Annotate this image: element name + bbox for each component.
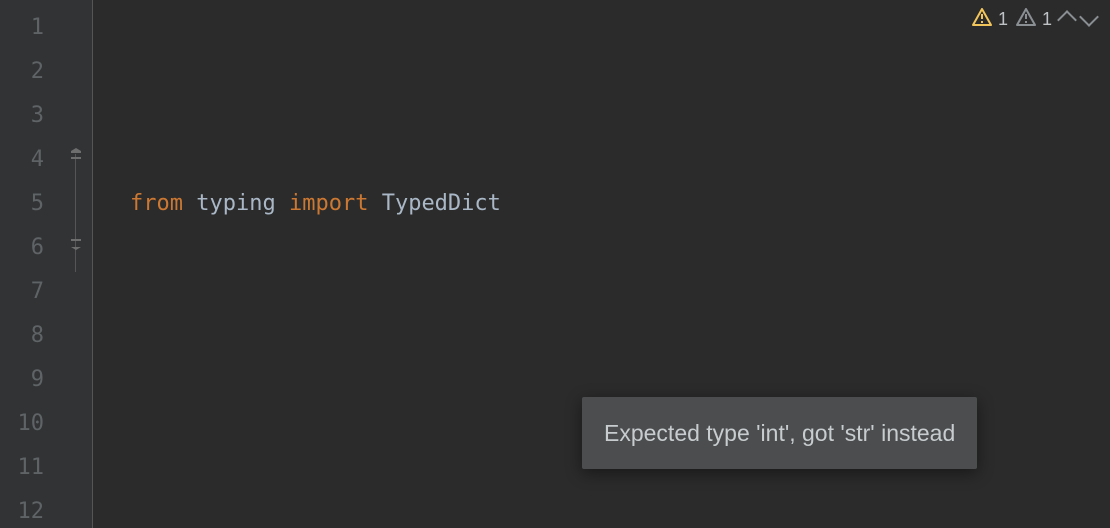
imported-name: TypedDict	[382, 191, 501, 216]
line-number[interactable]: 3	[0, 94, 62, 138]
indent-guide	[92, 0, 93, 528]
line-number[interactable]: 4	[0, 138, 62, 182]
code-editor[interactable]: 1 2 3 4 5 6 7 8 9 10 11 12 from typing i…	[0, 0, 1110, 528]
fold-gutter	[62, 0, 92, 528]
line-number[interactable]: 5	[0, 182, 62, 226]
fold-close-icon[interactable]	[68, 236, 84, 252]
line-number[interactable]: 1	[0, 6, 62, 50]
line-number[interactable]: 9	[0, 358, 62, 402]
code-line[interactable]: from typing import TypedDict	[130, 182, 1110, 226]
fold-open-icon[interactable]	[68, 146, 84, 162]
weak-warning-triangle-icon[interactable]	[1016, 8, 1036, 31]
code-area[interactable]: from typing import TypedDict class Point…	[92, 0, 1110, 528]
warning-count: 1	[998, 9, 1008, 30]
keyword-import: import	[289, 191, 368, 216]
inspection-tooltip: Expected type 'int', got 'str' instead	[582, 397, 977, 469]
fold-guide-line	[75, 154, 76, 272]
line-number[interactable]: 2	[0, 50, 62, 94]
line-number[interactable]: 11	[0, 446, 62, 490]
module-name: typing	[196, 191, 275, 216]
line-number[interactable]: 10	[0, 402, 62, 446]
line-number[interactable]: 12	[0, 490, 62, 528]
keyword-from: from	[130, 191, 183, 216]
nav-down-icon[interactable]	[1079, 7, 1099, 27]
line-number[interactable]: 6	[0, 226, 62, 270]
weak-warning-count: 1	[1042, 9, 1052, 30]
line-number-gutter: 1 2 3 4 5 6 7 8 9 10 11 12	[0, 0, 62, 528]
nav-up-icon[interactable]	[1057, 10, 1077, 30]
line-number[interactable]: 7	[0, 270, 62, 314]
tooltip-text: Expected type 'int', got 'str' instead	[604, 420, 955, 446]
text-cursor-icon	[576, 363, 594, 391]
inspection-widget[interactable]: 1 1	[972, 8, 1096, 31]
line-number[interactable]: 8	[0, 314, 62, 358]
code-line[interactable]	[130, 314, 1110, 358]
warning-triangle-icon[interactable]	[972, 8, 992, 31]
